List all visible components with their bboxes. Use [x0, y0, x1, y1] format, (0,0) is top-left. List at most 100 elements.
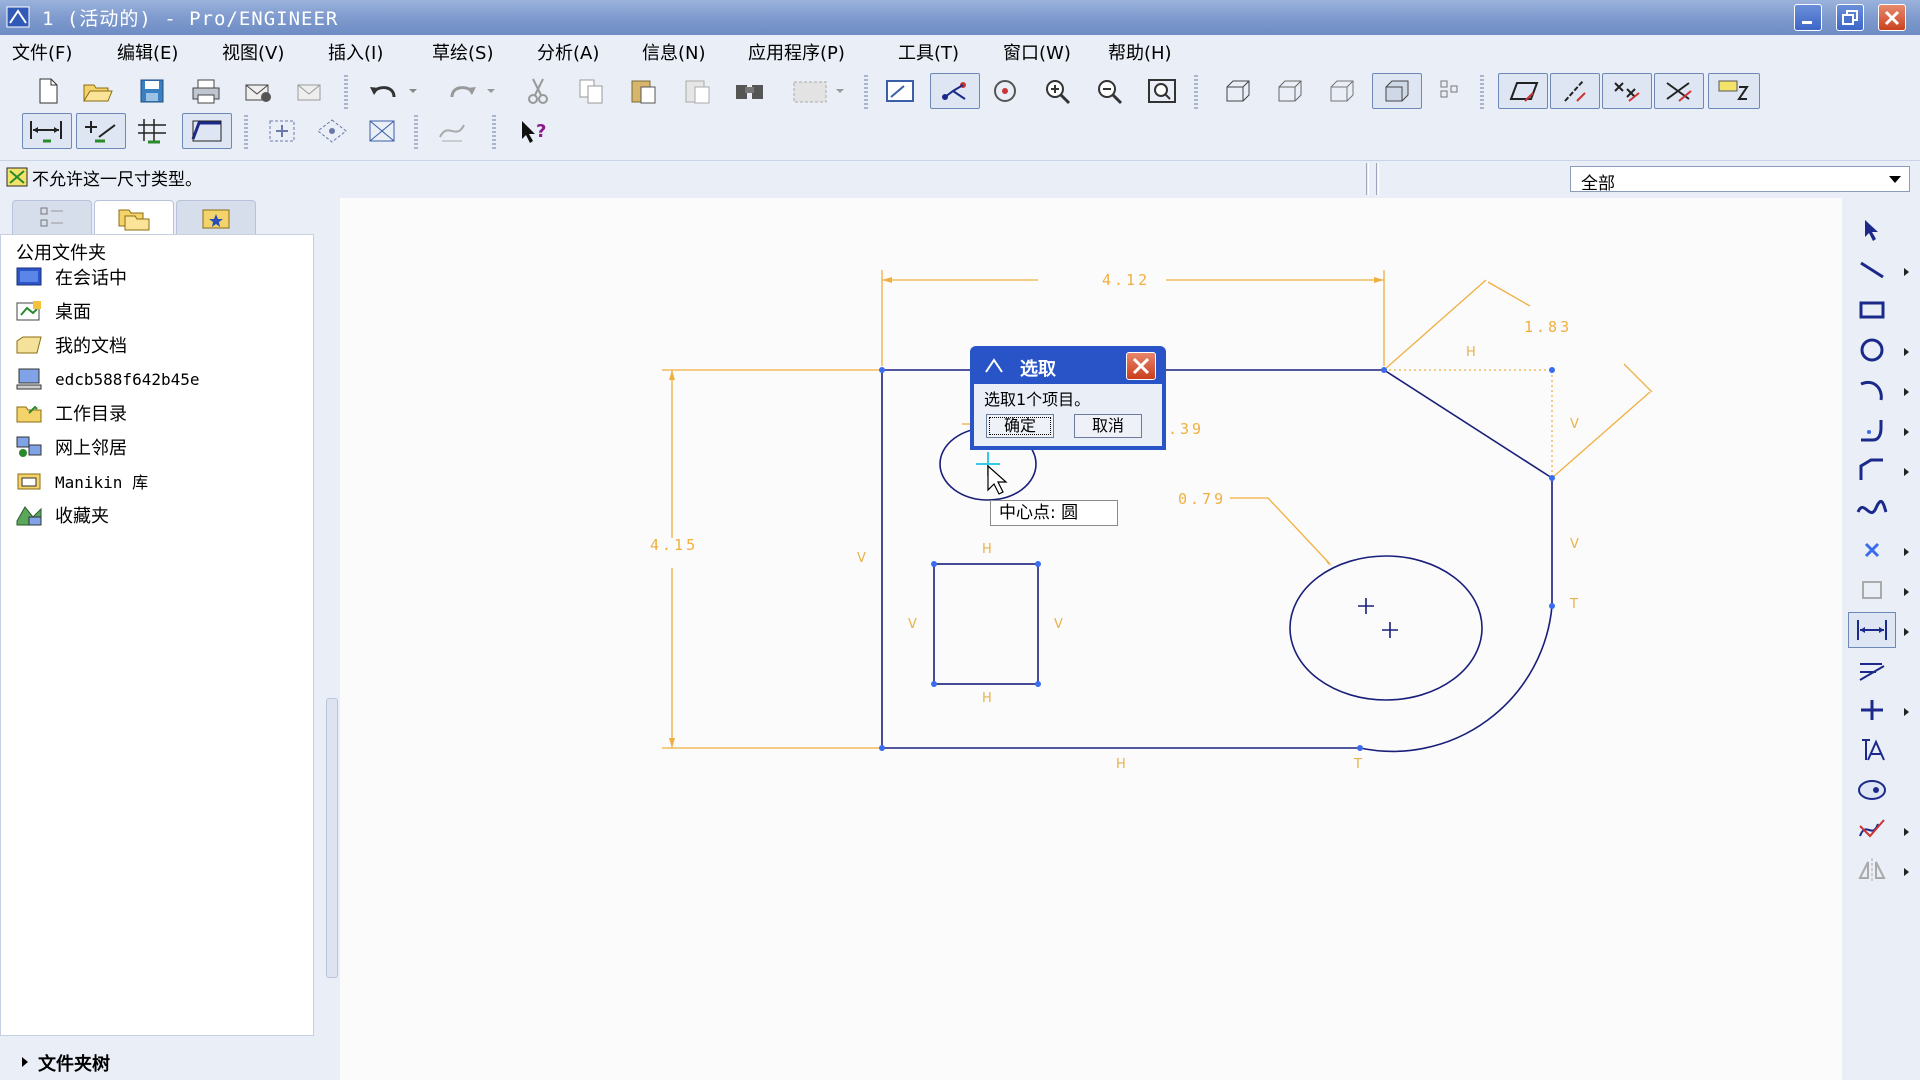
- sketch-view-button[interactable]: [362, 113, 402, 149]
- mirror-tool-button[interactable]: [1848, 852, 1896, 888]
- menu-applications[interactable]: 应用程序(P): [748, 39, 845, 65]
- sketch-drawing[interactable]: 4.12 4.15 1.83 0.79 .39 H V V T V H H V …: [340, 198, 1842, 1080]
- hidden-line-button[interactable]: [1270, 73, 1310, 109]
- selection-box-button[interactable]: [780, 73, 840, 109]
- folder-tree-toggle[interactable]: 文件夹树: [0, 1044, 314, 1080]
- tab-model-tree[interactable]: [12, 200, 92, 234]
- folder-item-favorites[interactable]: 收藏夹: [15, 500, 109, 530]
- menu-help[interactable]: 帮助(H): [1108, 39, 1172, 65]
- folder-item-my-documents[interactable]: 我的文档: [15, 330, 127, 360]
- cut-button[interactable]: [518, 73, 558, 109]
- menu-view[interactable]: 视图(V): [222, 39, 284, 65]
- dimension-flyout-arrow[interactable]: [1904, 628, 1909, 636]
- model-tree-button[interactable]: [1430, 73, 1470, 109]
- chamfer-flyout-arrow[interactable]: [1904, 468, 1909, 476]
- folder-item-manikin-library[interactable]: Manikin 库: [15, 466, 148, 496]
- orient-mode-button[interactable]: [986, 73, 1026, 109]
- use-edge-flyout-arrow[interactable]: [1904, 588, 1909, 596]
- show-dimensions-button[interactable]: [22, 113, 72, 149]
- constraint-tool-button[interactable]: [1848, 692, 1896, 728]
- undo-button[interactable]: [364, 73, 404, 109]
- menu-edit[interactable]: 编辑(E): [117, 39, 178, 65]
- wireframe-button[interactable]: [1218, 73, 1258, 109]
- paste-button[interactable]: [624, 73, 664, 109]
- trim-tool-button[interactable]: [1848, 812, 1896, 848]
- menu-info[interactable]: 信息(N): [642, 39, 706, 65]
- menu-window[interactable]: 窗口(W): [1003, 39, 1071, 65]
- dim-width[interactable]: 4.12: [1102, 271, 1150, 289]
- show-vertices-button[interactable]: [182, 113, 232, 149]
- paste-special-button[interactable]: [678, 73, 718, 109]
- spline-tool-button[interactable]: [1848, 492, 1896, 528]
- menu-analysis[interactable]: 分析(A): [537, 39, 599, 65]
- arc-flyout-arrow[interactable]: [1904, 388, 1909, 396]
- new-button[interactable]: [28, 73, 68, 109]
- point-flyout-arrow[interactable]: [1904, 548, 1909, 556]
- mirror-flyout-arrow[interactable]: [1904, 868, 1909, 876]
- trim-flyout-arrow[interactable]: [1904, 828, 1909, 836]
- folder-item-working-directory[interactable]: 工作目录: [15, 398, 127, 428]
- coord-sys-button[interactable]: [1654, 73, 1704, 109]
- repaint-button[interactable]: [880, 73, 920, 109]
- circle-tool-button[interactable]: [1848, 332, 1896, 368]
- circle-flyout-arrow[interactable]: [1904, 348, 1909, 356]
- zoom-out-button[interactable]: [1090, 73, 1130, 109]
- shading-button[interactable]: [1372, 73, 1422, 109]
- datum-points-button[interactable]: [1602, 73, 1652, 109]
- constraint-flyout-arrow[interactable]: [1904, 708, 1909, 716]
- minimize-button[interactable]: [1794, 4, 1822, 31]
- folder-item-in-session[interactable]: 在会话中: [15, 262, 127, 292]
- line-flyout-arrow[interactable]: [1904, 268, 1909, 276]
- annotations-button[interactable]: [1708, 73, 1760, 109]
- point-tool-button[interactable]: [1848, 532, 1896, 568]
- rectangle-tool-button[interactable]: [1848, 292, 1896, 328]
- folder-item-network[interactable]: 网上邻居: [15, 432, 127, 462]
- folder-item-computer[interactable]: edcb588f642b45e: [15, 364, 200, 394]
- dim-height[interactable]: 4.15: [650, 536, 698, 554]
- redo-button[interactable]: [442, 73, 482, 109]
- fillet-tool-button[interactable]: [1848, 412, 1896, 448]
- sketch-canvas[interactable]: 4.12 4.15 1.83 0.79 .39 H V V T V H H V …: [340, 198, 1842, 1080]
- menu-file[interactable]: 文件(F): [12, 39, 72, 65]
- undo-dropdown[interactable]: [406, 73, 420, 109]
- print-button[interactable]: [186, 73, 226, 109]
- send-mail-button[interactable]: [238, 73, 278, 109]
- ok-button[interactable]: 确定: [986, 414, 1054, 438]
- send-link-button[interactable]: [290, 73, 330, 109]
- find-button[interactable]: [730, 73, 770, 109]
- save-button[interactable]: [132, 73, 172, 109]
- tab-folder-browser[interactable]: [94, 200, 174, 234]
- fillet-flyout-arrow[interactable]: [1904, 428, 1909, 436]
- use-edge-tool-button[interactable]: [1848, 572, 1896, 608]
- dimension-tool-button[interactable]: [1848, 612, 1896, 648]
- context-help-button[interactable]: ?: [514, 113, 554, 149]
- menu-sketch[interactable]: 草绘(S): [432, 39, 493, 65]
- palette-tool-button[interactable]: [1848, 772, 1896, 808]
- menu-tools[interactable]: 工具(T): [898, 39, 959, 65]
- copy-button[interactable]: [572, 73, 612, 109]
- panel-splitter[interactable]: [326, 698, 338, 978]
- datum-planes-button[interactable]: [1498, 73, 1548, 109]
- show-grid-button[interactable]: [132, 113, 172, 149]
- dim-partial[interactable]: .39: [1168, 420, 1204, 438]
- selection-filter-select[interactable]: 全部: [1570, 166, 1910, 194]
- chamfer-tool-button[interactable]: [1848, 452, 1896, 488]
- text-tool-button[interactable]: [1848, 732, 1896, 768]
- dim-radius[interactable]: 0.79: [1178, 490, 1226, 508]
- no-hidden-button[interactable]: [1322, 73, 1362, 109]
- close-button[interactable]: [1878, 4, 1906, 31]
- zoom-in-button[interactable]: [1038, 73, 1078, 109]
- references-button[interactable]: [312, 113, 352, 149]
- cancel-button[interactable]: 取消: [1074, 414, 1142, 438]
- modify-tool-button[interactable]: [1848, 652, 1896, 688]
- spin-center-button[interactable]: [930, 73, 980, 109]
- menu-insert[interactable]: 插入(I): [328, 39, 383, 65]
- restore-button[interactable]: [1836, 4, 1864, 31]
- show-constraints-button[interactable]: [76, 113, 126, 149]
- line-tool-button[interactable]: [1848, 252, 1896, 288]
- folder-item-desktop[interactable]: 桌面: [15, 296, 91, 326]
- redo-dropdown[interactable]: [484, 73, 498, 109]
- diagnostics-button[interactable]: [432, 113, 472, 149]
- selection-dropdown[interactable]: [832, 73, 848, 109]
- tab-favorites[interactable]: [176, 200, 256, 234]
